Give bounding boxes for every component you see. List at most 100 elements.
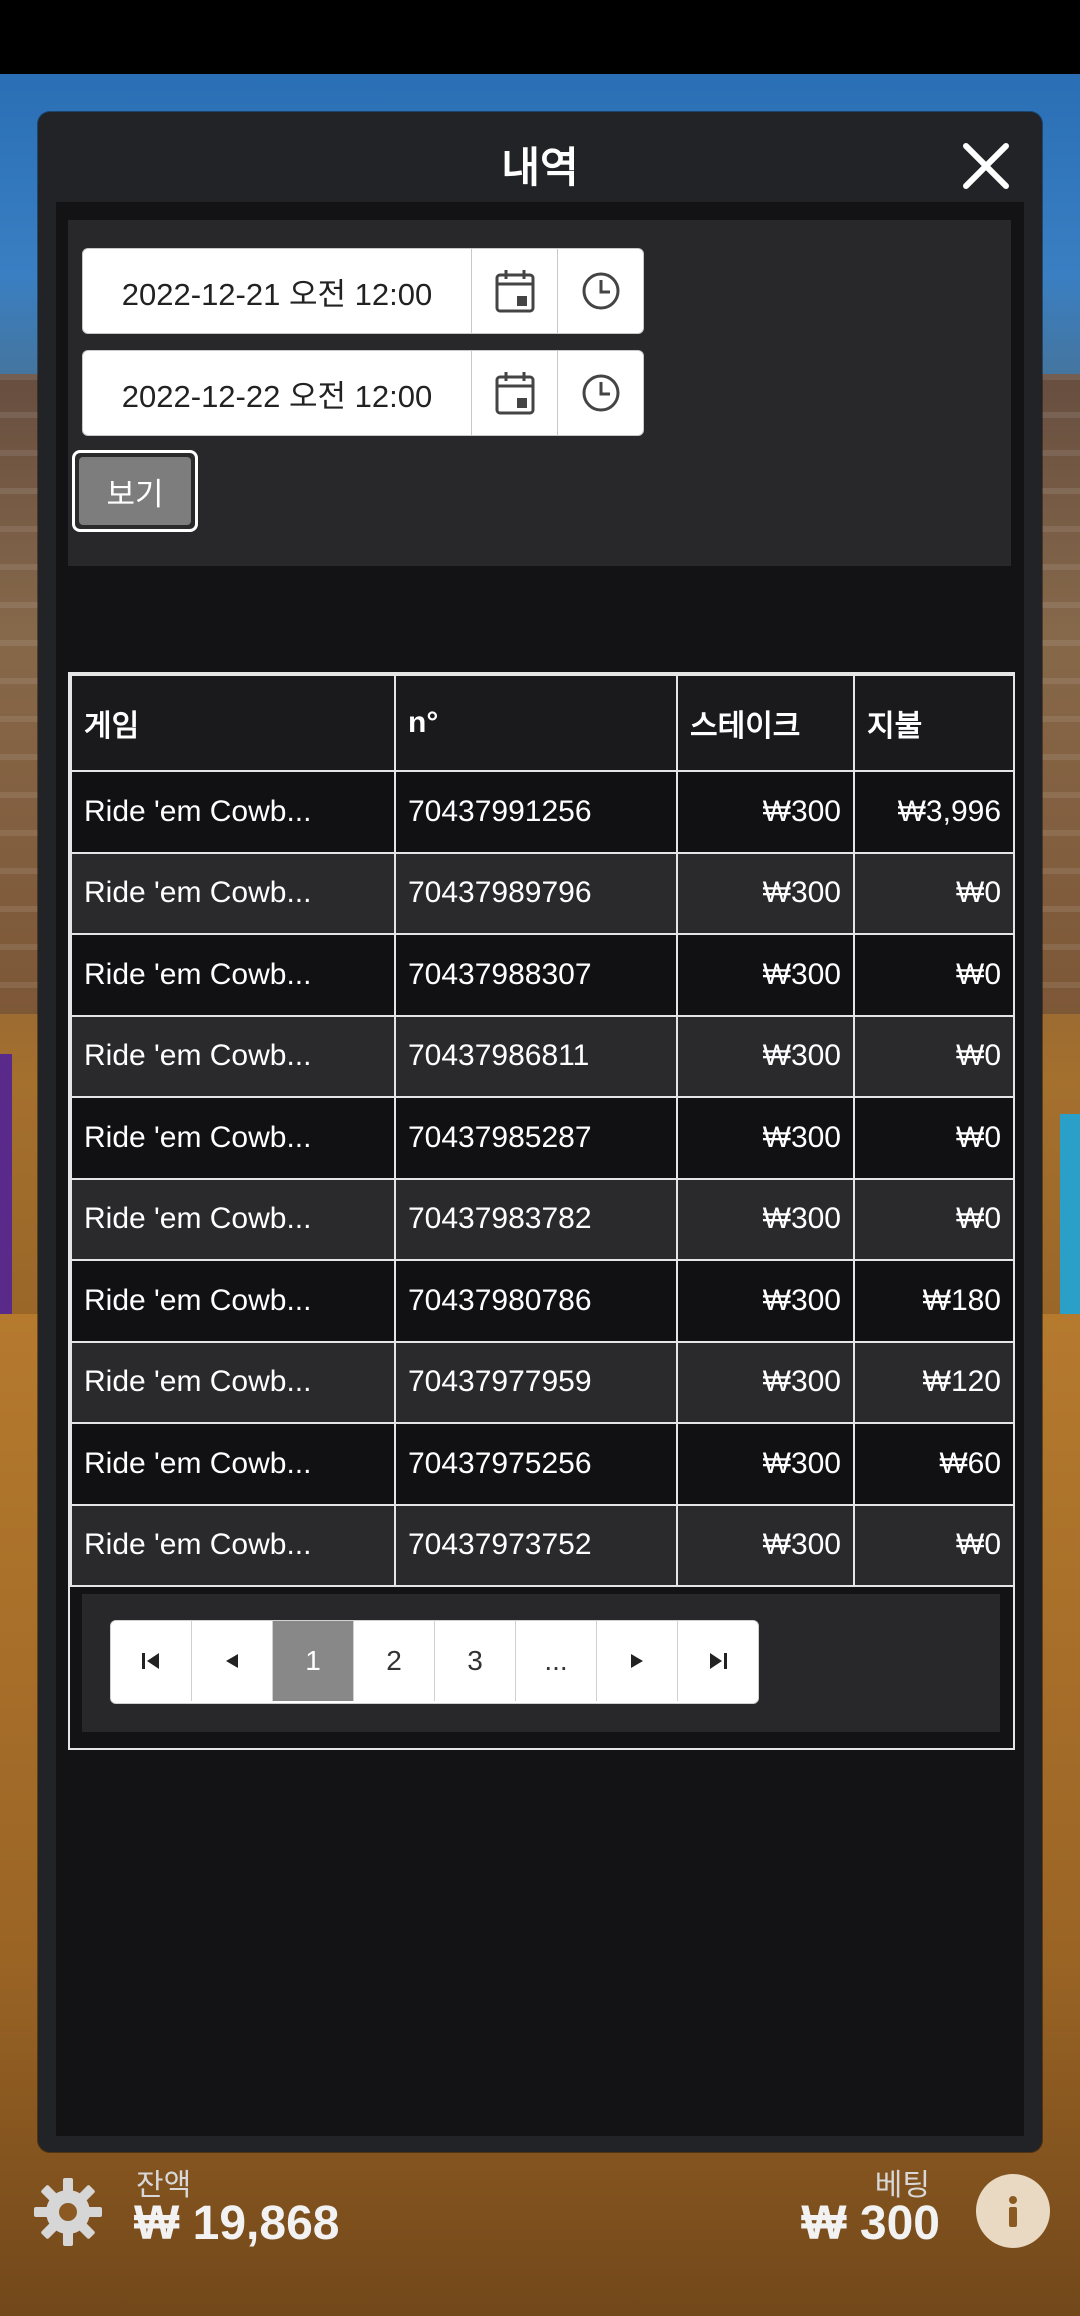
cell-game: Ride 'em Cowb... [70,1096,396,1180]
page-2-button[interactable]: 2 [353,1621,434,1701]
prev-page-icon [226,1654,238,1668]
cell-game: Ride 'em Cowb... [70,1422,396,1506]
next-page-button[interactable] [596,1621,677,1701]
page-1-button[interactable]: 1 [272,1621,353,1701]
cell-no: 70437983782 [394,1177,678,1261]
cell-no: 70437975256 [394,1422,678,1506]
close-button[interactable] [958,138,1014,194]
cell-payout: ₩0 [853,933,1015,1017]
table-row[interactable]: Ride 'em Cowb... 70437973752 ₩300 ₩0 [70,1503,1015,1587]
cell-payout: ₩0 [853,1177,1015,1261]
last-page-button[interactable] [677,1621,758,1701]
last-page-icon [710,1653,727,1669]
cell-game: Ride 'em Cowb... [70,1259,396,1343]
cell-game: Ride 'em Cowb... [70,933,396,1017]
next-page-icon [631,1654,643,1668]
table-row[interactable]: Ride 'em Cowb... 70437985287 ₩300 ₩0 [70,1096,1015,1180]
decor-banner-right [1060,1114,1080,1314]
cell-payout: ₩0 [853,1096,1015,1180]
info-icon [1009,2196,1017,2227]
pagination: 1 2 3 ... [110,1620,759,1704]
cell-stake: ₩300 [676,770,855,854]
end-datetime-input[interactable] [83,351,471,435]
status-bar [0,0,1080,74]
cell-game: Ride 'em Cowb... [70,1177,396,1261]
pagination-panel: 1 2 3 ... [82,1594,1000,1732]
table-row[interactable]: Ride 'em Cowb... 70437989796 ₩300 ₩0 [70,851,1015,935]
cell-no: 70437988307 [394,933,678,1017]
view-button-label: 보기 [79,457,191,525]
cell-payout: ₩0 [853,1503,1015,1587]
calendar-icon [495,372,534,415]
end-datetime-picker [82,350,644,436]
table-row[interactable]: Ride 'em Cowb... 70437991256 ₩300 ₩3,996 [70,770,1015,854]
cell-stake: ₩300 [676,851,855,935]
cell-stake: ₩300 [676,1503,855,1587]
view-button[interactable]: 보기 [72,450,198,532]
start-clock-button[interactable] [557,249,643,333]
close-icon [963,143,1009,189]
cell-no: 70437991256 [394,770,678,854]
gear-icon [34,2178,102,2246]
header-game: 게임 [70,674,396,772]
cell-game: Ride 'em Cowb... [70,851,396,935]
table-row[interactable]: Ride 'em Cowb... 70437988307 ₩300 ₩0 [70,933,1015,1017]
cell-no: 70437985287 [394,1096,678,1180]
cell-stake: ₩300 [676,1177,855,1261]
clock-icon [582,374,619,412]
calendar-icon [495,270,534,313]
cell-no: 70437986811 [394,1014,678,1098]
cell-game: Ride 'em Cowb... [70,1014,396,1098]
cell-no: 70437989796 [394,851,678,935]
clock-icon [582,272,619,310]
history-table-container: 게임 n° 스테이크 지불 Ride 'em Cowb... 704379912… [68,672,1015,1750]
cell-payout: ₩0 [853,1014,1015,1098]
settings-button[interactable] [32,2176,104,2248]
cell-stake: ₩300 [676,1422,855,1506]
cell-stake: ₩300 [676,1014,855,1098]
info-button[interactable] [976,2174,1050,2248]
cell-game: Ride 'em Cowb... [70,1503,396,1587]
table-row[interactable]: Ride 'em Cowb... 70437983782 ₩300 ₩0 [70,1177,1015,1261]
page-3-button[interactable]: 3 [434,1621,515,1701]
start-datetime-picker [82,248,644,334]
start-calendar-button[interactable] [471,249,557,333]
cell-no: 70437977959 [394,1340,678,1424]
end-clock-button[interactable] [557,351,643,435]
start-datetime-input[interactable] [83,249,471,333]
page-ellipsis-button[interactable]: ... [515,1621,596,1701]
modal-body: 보기 게임 n° 스테이크 지불 Ride 'em [56,202,1024,2136]
balance-value: ₩ 19,868 [134,2197,340,2250]
decor-banner-left [0,1054,12,1314]
table-row[interactable]: Ride 'em Cowb... 70437980786 ₩300 ₩180 [70,1259,1015,1343]
first-page-button[interactable] [111,1621,191,1701]
date-filter-panel: 보기 [68,220,1011,566]
header-payout: 지불 [853,674,1015,772]
cell-stake: ₩300 [676,1096,855,1180]
table-row[interactable]: Ride 'em Cowb... 70437977959 ₩300 ₩120 [70,1340,1015,1424]
prev-page-button[interactable] [191,1621,272,1701]
header-no: n° [394,674,678,772]
end-calendar-button[interactable] [471,351,557,435]
history-modal: 내역 2022-12-21 오전 12:00 2022-12-22 오전 12:… [38,112,1042,2152]
history-table: 게임 n° 스테이크 지불 Ride 'em Cowb... 704379912… [70,674,1015,1587]
table-row[interactable]: Ride 'em Cowb... 70437986811 ₩300 ₩0 [70,1014,1015,1098]
cell-no: 70437973752 [394,1503,678,1587]
cell-payout: ₩3,996 [853,770,1015,854]
cell-no: 70437980786 [394,1259,678,1343]
cell-payout: ₩180 [853,1259,1015,1343]
modal-title: 내역 [501,144,579,191]
bet-value: ₩ 300 [801,2197,940,2250]
cell-payout: ₩120 [853,1340,1015,1424]
cell-stake: ₩300 [676,933,855,1017]
cell-game: Ride 'em Cowb... [70,1340,396,1424]
cell-payout: ₩0 [853,851,1015,935]
first-page-icon [142,1653,159,1669]
table-row[interactable]: Ride 'em Cowb... 70437975256 ₩300 ₩60 [70,1422,1015,1506]
cell-stake: ₩300 [676,1340,855,1424]
cell-game: Ride 'em Cowb... [70,770,396,854]
cell-payout: ₩60 [853,1422,1015,1506]
table-header-row: 게임 n° 스테이크 지불 [70,674,1015,772]
cell-stake: ₩300 [676,1259,855,1343]
header-stake: 스테이크 [676,674,855,772]
